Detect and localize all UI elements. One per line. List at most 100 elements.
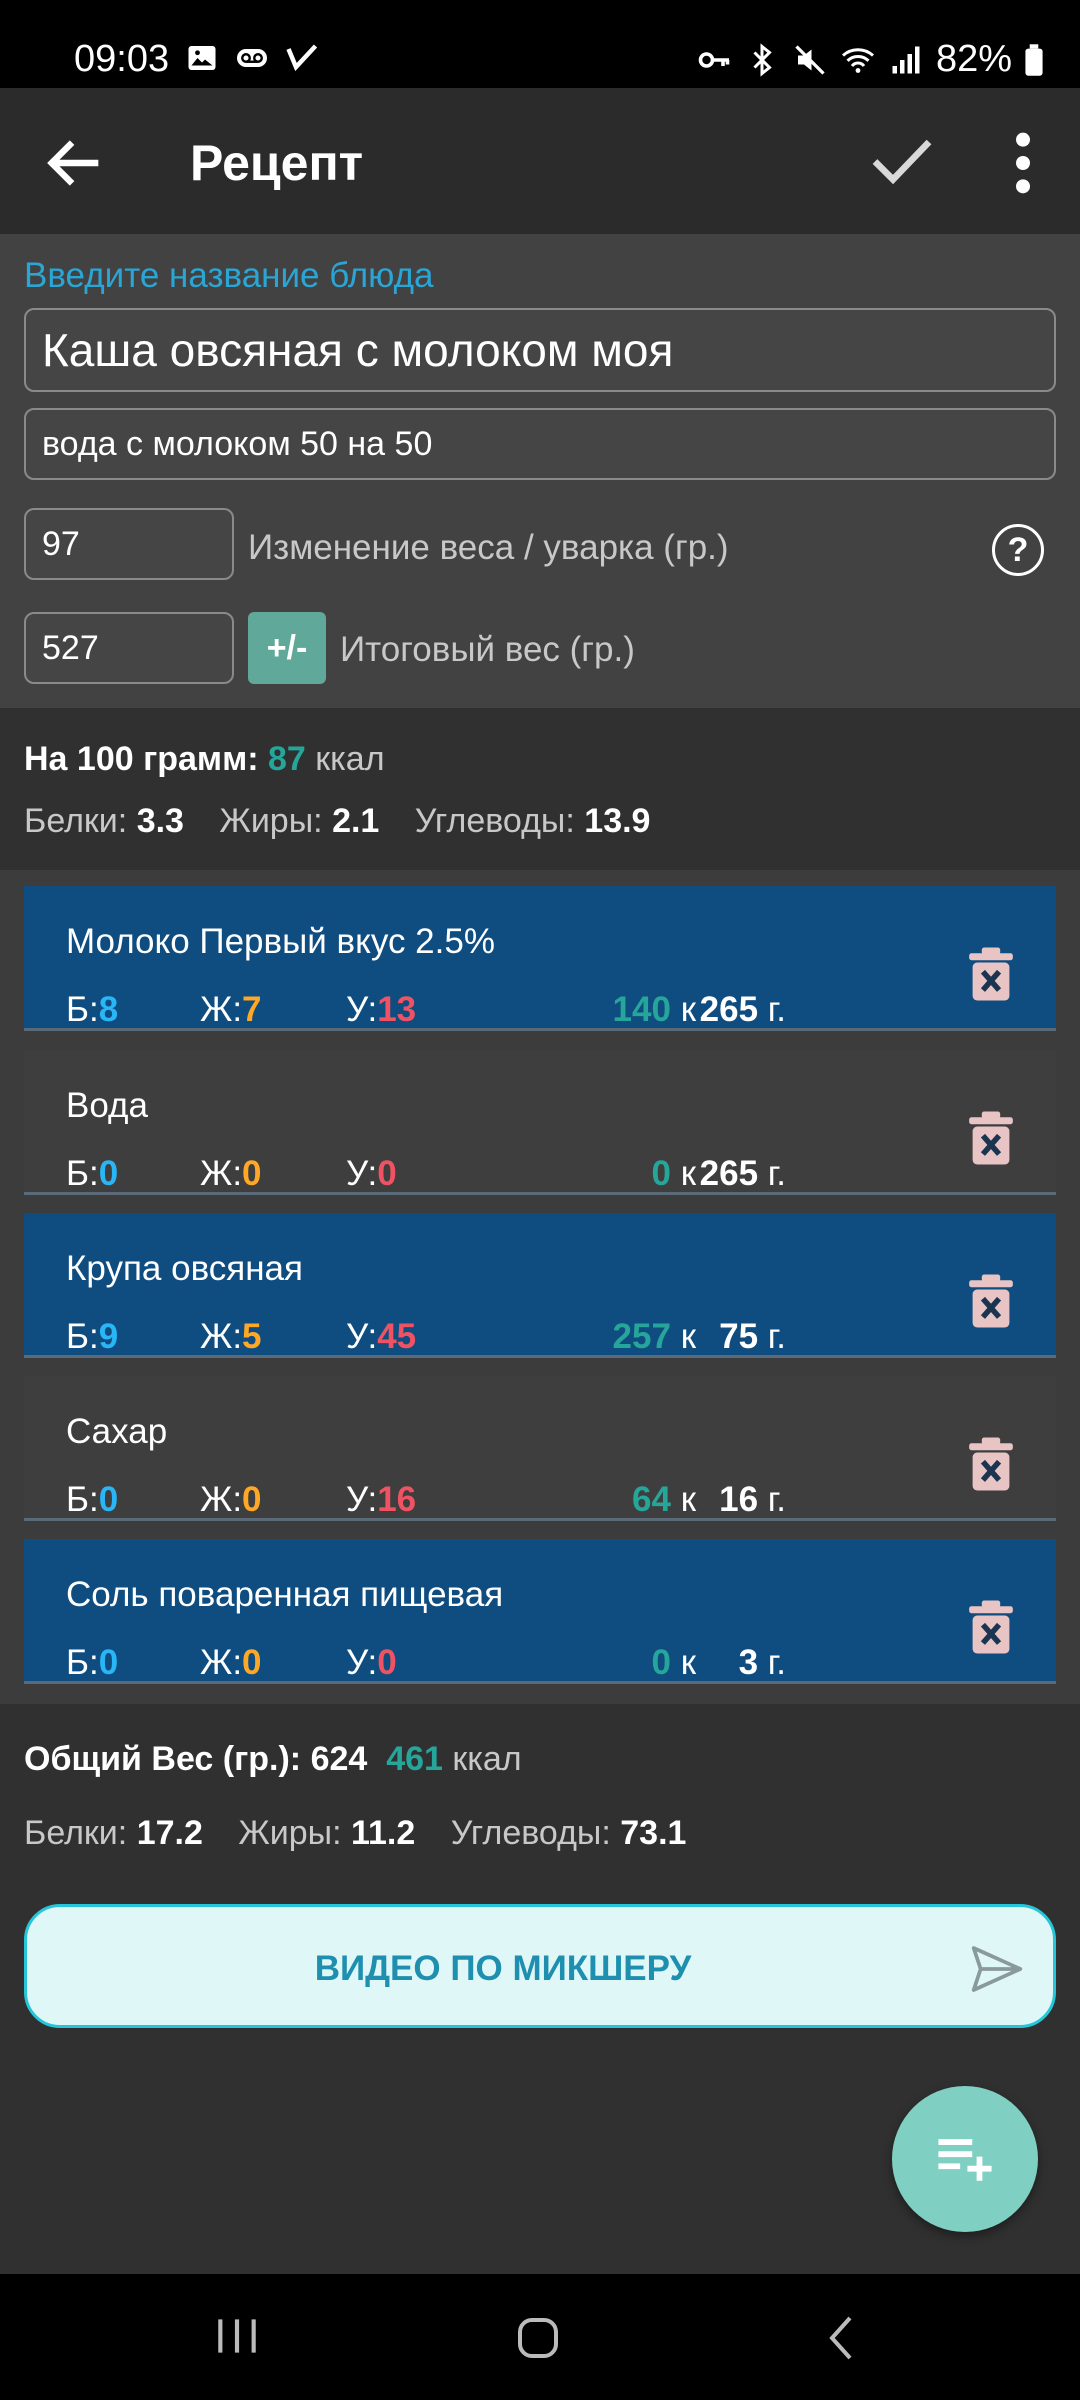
- weight-unit: г.: [767, 990, 786, 1029]
- ingredient-stats: Б:0 Ж:0 У:0 0 к3 г.: [66, 1643, 966, 1687]
- page-title: Рецепт: [190, 135, 364, 191]
- ingredient-stats: Б:0 Ж:0 У:16 64 к 16 г.: [66, 1480, 966, 1524]
- clock: 09:03: [74, 38, 170, 80]
- ingredient-row[interactable]: Сахар Б:0 Ж:0 У:16 64 к 16 г.: [24, 1376, 1056, 1521]
- ingredient-weight: 16 г.: [719, 1480, 786, 1520]
- delete-icon[interactable]: [968, 1599, 1014, 1655]
- ingredient-weight: 265 г.: [700, 1154, 786, 1194]
- kcal-unit: к: [680, 1317, 696, 1356]
- protein-value: 0: [98, 1154, 119, 1193]
- delete-icon[interactable]: [968, 1436, 1014, 1492]
- plus-minus-button[interactable]: +/-: [248, 612, 326, 684]
- ingredient-carbs: У:45: [346, 1317, 416, 1357]
- dish-name-input[interactable]: Каша овсяная с молоком моя: [24, 308, 1056, 392]
- total-fat-label: Жиры:: [238, 1814, 342, 1852]
- ingredient-row[interactable]: Вода Б:0 Ж:0 У:0 0 к 265 г.: [24, 1050, 1056, 1195]
- weight-value: 16: [719, 1480, 759, 1519]
- total-weight-value: 624: [310, 1740, 368, 1778]
- status-bar: 09:03 82%: [0, 0, 1080, 88]
- carbs-value: 13.9: [584, 802, 651, 840]
- ingredient-row[interactable]: Молоко Первый вкус 2.5% Б:8 Ж:7 У:13 140 к 26…: [24, 886, 1056, 1031]
- send-icon: [971, 1946, 1023, 1992]
- description-input[interactable]: вода с молоком 50 на 50: [24, 408, 1056, 480]
- weight-change-input[interactable]: 97: [24, 508, 234, 580]
- fat-value: 5: [242, 1317, 262, 1356]
- per-100-kcal-unit: ккал: [315, 740, 385, 778]
- kcal-value: 140: [612, 990, 671, 1029]
- add-ingredient-button[interactable]: [892, 2086, 1038, 2232]
- weight-unit: г.: [767, 1480, 786, 1519]
- weight-value: 75: [719, 1317, 759, 1356]
- arrow-left-icon[interactable]: [40, 128, 110, 198]
- protein-value: 8: [98, 990, 119, 1029]
- weight-unit: г.: [767, 1643, 786, 1682]
- fat-label: Ж:: [200, 1643, 243, 1682]
- more-vert-icon[interactable]: [1000, 128, 1046, 198]
- kcal-value: 64: [632, 1480, 671, 1519]
- signal-icon: [892, 46, 920, 73]
- playlist-add-icon: [938, 2139, 992, 2181]
- kcal-unit: к: [680, 1154, 696, 1193]
- app-bar: Рецепт: [0, 88, 1080, 234]
- recipe-form: Введите название блюда Каша овсяная с мо…: [0, 234, 1080, 708]
- total-weight-title: Общий Вес (гр.):: [24, 1740, 302, 1778]
- recents-icon[interactable]: [212, 2314, 262, 2358]
- ingredient-row[interactable]: Соль поваренная пищевая Б:0 Ж:0 У:0 0 к3 г.: [24, 1539, 1056, 1684]
- per-100-kcal: 87: [268, 740, 306, 778]
- ingredient-stats: Б:0 Ж:0 У:0 0 к 265 г.: [66, 1154, 966, 1198]
- fat-label: Ж:: [200, 1317, 243, 1356]
- total-protein-label: Белки:: [24, 1814, 128, 1852]
- fat-label: Жиры:: [219, 802, 323, 840]
- carbs-label: Углеводы:: [414, 802, 575, 840]
- kcal-value: 0: [651, 1643, 671, 1682]
- carbs-value: 0: [377, 1154, 397, 1193]
- home-icon[interactable]: [514, 2314, 562, 2362]
- per-100-summary: На 100 грамм: 87 ккал: [24, 740, 385, 779]
- carbs-label: У:: [346, 1154, 378, 1193]
- totals-summary: Общий Вес (гр.): 624 461 ккал: [24, 1740, 522, 1779]
- ingredient-weight: 75 г.: [719, 1317, 786, 1357]
- protein-label: Б:: [66, 1317, 99, 1356]
- protein-label: Б:: [66, 1643, 99, 1682]
- kcal-value: 257: [612, 1317, 671, 1356]
- ingredient-protein: Б:0: [66, 1480, 118, 1520]
- ingredient-protein: Б:8: [66, 990, 118, 1030]
- carbs-value: 13: [377, 990, 417, 1029]
- carbs-label: У:: [346, 1480, 378, 1519]
- help-icon[interactable]: ?: [992, 524, 1044, 576]
- carbs-value: 16: [377, 1480, 417, 1519]
- delete-icon[interactable]: [968, 1273, 1014, 1329]
- delete-icon[interactable]: [968, 1110, 1014, 1166]
- fat-value: 0: [242, 1643, 262, 1682]
- battery-icon: [1025, 43, 1043, 76]
- fat-label: Ж:: [200, 1154, 243, 1193]
- fat-value: 0: [242, 1480, 262, 1519]
- ingredient-kcal: 0 к: [651, 1643, 696, 1683]
- per-100-macros: Белки: 3.3 Жиры: 2.1 Углеводы: 13.9: [24, 802, 676, 841]
- carbs-label: У:: [346, 1643, 378, 1682]
- ingredient-carbs: У:0: [346, 1643, 397, 1683]
- mixer-video-button[interactable]: ВИДЕО ПО МИКШЕРУ: [24, 1904, 1056, 2028]
- ingredient-name: Сахар: [66, 1412, 168, 1451]
- carbs-label: У:: [346, 990, 378, 1029]
- weight-change-label: Изменение веса / уварка (гр.): [248, 528, 729, 567]
- kcal-unit: к: [680, 1643, 696, 1682]
- check-icon[interactable]: [866, 124, 938, 196]
- ingredient-fat: Ж:0: [200, 1643, 262, 1683]
- mixer-video-label: ВИДЕО ПО МИКШЕРУ: [314, 1949, 692, 1988]
- dish-name-hint: Введите название блюда: [24, 256, 434, 295]
- ingredient-carbs: У:13: [346, 990, 416, 1030]
- carbs-value: 45: [377, 1317, 417, 1356]
- ingredient-fat: Ж:7: [200, 990, 262, 1030]
- ingredient-row[interactable]: Крупа овсяная Б:9 Ж:5 У:45 257 к 75 г.: [24, 1213, 1056, 1358]
- total-weight-input[interactable]: 527: [24, 612, 234, 684]
- protein-value: 3.3: [136, 802, 184, 840]
- carbs-value: 0: [377, 1643, 397, 1682]
- back-icon[interactable]: [824, 2314, 860, 2362]
- battery-percent: 82%: [935, 38, 1012, 80]
- total-kcal: 461: [386, 1740, 443, 1778]
- protein-label: Белки:: [24, 802, 128, 840]
- fat-label: Ж:: [200, 990, 243, 1029]
- weight-unit: г.: [767, 1317, 786, 1356]
- delete-icon[interactable]: [968, 946, 1014, 1002]
